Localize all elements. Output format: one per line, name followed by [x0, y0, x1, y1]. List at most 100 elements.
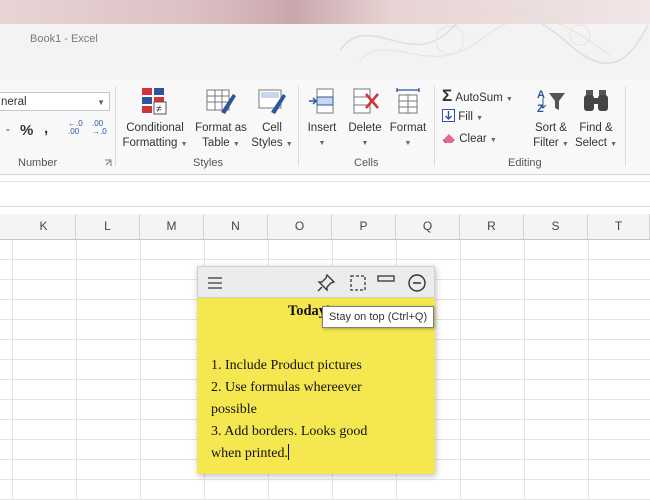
column-header-s[interactable]: S [524, 214, 588, 239]
format-label: Format [389, 122, 427, 134]
cells-group-label: Cells [354, 157, 379, 169]
text-cursor [287, 444, 289, 460]
delete-cells-icon [353, 88, 379, 114]
number-group-label: Number [18, 157, 58, 169]
caret-down-icon: ▼ [285, 141, 293, 148]
caret-down-icon: ▼ [404, 140, 412, 147]
increase-decimal-icon-bottom: .00 [68, 127, 80, 136]
clear-button[interactable]: Clear ▼ [442, 132, 497, 145]
insert-label: Insert [307, 122, 337, 134]
format-cells-button[interactable]: Format ▼ [386, 86, 430, 151]
find-select-button[interactable]: Find & Select ▼ [574, 86, 618, 152]
comma-icon: , [44, 120, 49, 137]
decrease-decimal-button[interactable]: .00 →.0 [92, 120, 107, 136]
dash-label: - [6, 124, 10, 136]
delete-label: Delete [348, 122, 382, 134]
sticky-note-text[interactable]: 1. Include Product pictures 2. Use formu… [211, 355, 425, 465]
format-as-table-label-2: Table [202, 137, 230, 149]
sort-filter-icon: A Z [537, 89, 565, 115]
number-format-value: neral [1, 96, 27, 108]
caret-down-icon: ▼ [505, 96, 513, 103]
stay-on-top-tooltip: Stay on top (Ctrl+Q) [322, 306, 435, 328]
find-select-label-1: Find & [579, 122, 613, 134]
note-line: 3. Add borders. Looks good [211, 424, 368, 439]
binoculars-icon [584, 90, 608, 111]
sticky-note-toolbar[interactable] [197, 266, 435, 298]
caret-down-icon: ▼ [361, 140, 369, 147]
column-header-r[interactable]: R [460, 214, 524, 239]
group-separator [298, 86, 299, 166]
caret-down-icon: ▼ [489, 137, 497, 144]
editing-group-label: Editing [508, 157, 542, 169]
styles-group-label: Styles [193, 157, 223, 169]
chevron-down-icon: ▼ [97, 98, 105, 107]
dialog-launcher-icon[interactable] [104, 159, 112, 167]
conditional-formatting-icon: ≠ [142, 88, 167, 115]
column-header-k[interactable]: K [12, 214, 76, 239]
caret-down-icon: ▼ [318, 140, 326, 147]
insert-cells-button[interactable]: Insert ▼ [302, 86, 342, 151]
sticky-note[interactable]: Today's t 1. Include Product pictures 2.… [197, 266, 435, 474]
cell-styles-button[interactable]: Cell Styles ▼ [251, 86, 293, 152]
eraser-icon [442, 134, 455, 144]
accounting-format-dropdown[interactable]: - [6, 124, 10, 136]
delete-cells-button[interactable]: Delete ▼ [344, 86, 386, 151]
caret-down-icon: ▼ [610, 141, 618, 148]
menu-icon[interactable] [205, 273, 225, 293]
note-line: 1. Include Product pictures [211, 358, 362, 373]
fill-button[interactable]: Fill ▼ [442, 109, 483, 123]
sort-filter-label-1: Sort & [535, 122, 567, 134]
cell-styles-label-1: Cell [262, 122, 282, 134]
find-select-label-2: Select [574, 137, 607, 149]
cell-styles-icon [258, 89, 286, 114]
caret-down-icon: ▼ [232, 141, 240, 148]
sort-filter-label-2: Filter [533, 137, 559, 149]
formula-bar[interactable] [0, 181, 650, 207]
group-separator [625, 86, 626, 166]
percent-icon: % [20, 122, 34, 139]
note-line: 2. Use formulas whereever [211, 380, 362, 395]
pin-icon[interactable] [316, 273, 336, 293]
fill-label: Fill [458, 111, 473, 123]
percent-style-button[interactable]: % [20, 122, 33, 139]
column-header-l[interactable]: L [76, 214, 140, 239]
cell-styles-label-2: Styles [251, 137, 283, 149]
group-separator [115, 86, 116, 166]
autosum-button[interactable]: Σ AutoSum ▼ [442, 86, 513, 106]
group-separator [434, 86, 435, 166]
caret-down-icon: ▼ [561, 141, 569, 148]
comma-style-button[interactable]: , [44, 120, 48, 137]
caret-down-icon: ▼ [180, 141, 188, 148]
format-cells-icon [396, 88, 420, 114]
caret-down-icon: ▼ [476, 115, 484, 122]
column-header-t[interactable]: T [588, 214, 650, 239]
format-as-table-button[interactable]: Format as Table ▼ [192, 86, 250, 152]
svg-text:≠: ≠ [156, 104, 162, 115]
close-circle-icon[interactable] [407, 273, 427, 293]
svg-text:A: A [537, 89, 545, 101]
note-line-text: when printed. [211, 446, 288, 461]
column-header-n[interactable]: N [204, 214, 268, 239]
column-header-m[interactable]: M [140, 214, 204, 239]
number-format-dropdown[interactable]: neral ▼ [0, 92, 110, 111]
conditional-formatting-label-2: Formatting [122, 137, 178, 149]
minimize-bar-icon[interactable] [376, 273, 396, 293]
sigma-icon: Σ [442, 86, 453, 105]
ribbon: neral ▼ - % , ←.0 .00 .00 →.0 Number ≠ C… [0, 80, 650, 175]
title-decoration [339, 10, 649, 65]
fill-down-icon [442, 109, 455, 122]
column-header-p[interactable]: P [332, 214, 396, 239]
sort-filter-button[interactable]: A Z Sort & Filter ▼ [528, 86, 574, 152]
select-area-icon[interactable] [348, 273, 368, 293]
conditional-formatting-label-1: Conditional [126, 122, 184, 134]
conditional-formatting-button[interactable]: ≠ Conditional Formatting ▼ [120, 86, 190, 152]
title-bar: Book1 - Excel [0, 0, 650, 80]
note-line: possible [211, 402, 257, 417]
column-header-o[interactable]: O [268, 214, 332, 239]
decrease-decimal-icon-bottom: →.0 [92, 127, 107, 136]
format-as-table-icon [206, 89, 236, 114]
note-line-last: when printed. [211, 443, 425, 465]
clear-label: Clear [459, 133, 487, 145]
column-header-q[interactable]: Q [396, 214, 460, 239]
increase-decimal-button[interactable]: ←.0 .00 [68, 120, 83, 136]
